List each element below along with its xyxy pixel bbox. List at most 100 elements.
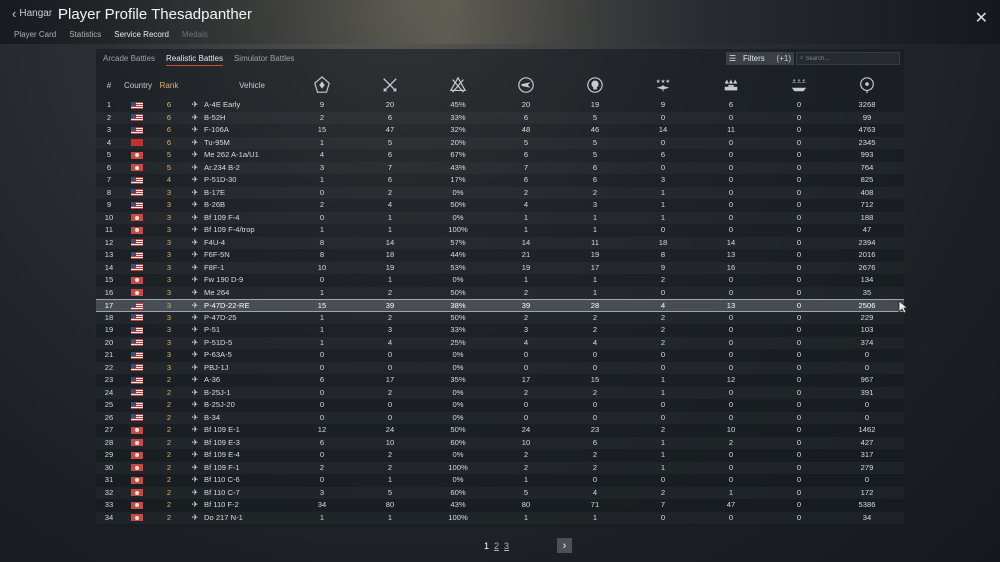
table-row[interactable]: 5 5 ✈ Me 262 A-1a/U1 4 6 67% 6 5 6 0 0 993 [96,149,904,162]
vehicle-name[interactable]: Bf 109 F-4/trop [204,224,314,237]
page-link-2[interactable]: 2 [494,541,499,551]
table-row[interactable]: 32 2 ✈ Bf 110 C-7 3 5 60% 5 4 2 1 0 172 [96,487,904,500]
next-page-button[interactable]: › [557,538,572,553]
vehicle-name[interactable]: P-51D-5 [204,337,314,350]
table-row[interactable]: 22 3 ✈ PBJ-1J 0 0 0% 0 0 0 0 0 0 [96,362,904,375]
table-row[interactable]: 10 3 ✈ Bf 109 F-4 0 1 0% 1 1 1 0 0 188 [96,212,904,225]
table-row[interactable]: 23 2 ✈ A-36 6 17 35% 17 15 1 12 0 967 [96,374,904,387]
vehicle-name[interactable]: B-17E [204,187,314,200]
table-row[interactable]: 20 3 ✈ P-51D-5 1 4 25% 4 4 2 0 0 374 [96,337,904,350]
page-link-1[interactable]: 1 [484,541,489,551]
table-row[interactable]: 26 2 ✈ B-34 0 0 0% 0 0 0 0 0 0 [96,412,904,425]
vehicle-name[interactable]: Bf 110 C-6 [204,474,314,487]
vehicle-rank: 3 [166,212,172,222]
table-row[interactable]: 6 5 ✈ Ar.234 B-2 3 7 43% 7 6 0 0 0 764 [96,162,904,175]
vehicle-name[interactable]: F6F-5N [204,249,314,262]
table-row[interactable]: 28 2 ✈ Bf 109 E-3 6 10 60% 10 6 1 2 0 427 [96,437,904,450]
vehicle-name[interactable]: P-63A-5 [204,349,314,362]
vehicle-name[interactable]: Me 264 [204,287,314,300]
stat-win-rate: 50% [450,200,466,209]
tab-arcade-battles[interactable]: Arcade Battles [103,54,155,66]
vehicle-name[interactable]: Ar.234 B-2 [204,162,314,175]
vehicle-name[interactable]: Do 217 N-1 [204,512,314,525]
table-row[interactable]: 33 2 ✈ Bf 110 F-2 34 80 43% 80 71 7 47 0 5386 [96,499,904,512]
vehicle-name[interactable]: Bf 109 F-4 [204,212,314,225]
vehicle-name[interactable]: Tu-95M [204,137,314,150]
table-row[interactable]: 9 3 ✈ B-26B 2 4 50% 4 3 1 0 0 712 [96,199,904,212]
vehicle-name[interactable]: Bf 109 E-3 [204,437,314,450]
table-row[interactable]: 31 2 ✈ Bf 110 C-6 0 1 0% 1 0 0 0 0 0 [96,474,904,487]
back-to-hangar-button[interactable]: ‹ Hangar | [12,7,61,20]
vehicle-name[interactable]: P-51D-30 [204,174,314,187]
tab-simulator-battles[interactable]: Simulator Battles [234,54,294,66]
vehicle-name[interactable]: F8F-1 [204,262,314,275]
vehicle-name[interactable]: P-47D-25 [204,312,314,325]
vehicle-name[interactable]: Bf 109 E-4 [204,449,314,462]
table-row[interactable]: 4 6 ✈ Tu-95M 1 5 20% 5 5 0 0 0 2345 [96,137,904,150]
score-icon[interactable] [857,72,877,98]
tab-statistics[interactable]: Statistics [69,30,101,39]
table-row[interactable]: 8 3 ✈ B-17E 0 2 0% 2 2 1 0 0 408 [96,187,904,200]
table-row[interactable]: 15 3 ✈ Fw 190 D-9 0 1 0% 1 1 2 0 0 134 [96,274,904,287]
vehicle-name[interactable]: B-34 [204,412,314,425]
table-row[interactable]: 24 2 ✈ B-25J-1 0 2 0% 2 2 1 0 0 391 [96,387,904,400]
close-icon[interactable]: ✕ [975,8,988,28]
column-header-country[interactable]: Country [122,72,154,98]
table-row[interactable]: 27 2 ✈ Bf 109 E-1 12 24 50% 24 23 2 10 0 1462 [96,424,904,437]
table-row[interactable]: 13 3 ✈ F6F-5N 8 18 44% 21 19 8 13 0 2016 [96,249,904,262]
vehicle-name[interactable]: B-26B [204,199,314,212]
stat-victories: 6 [319,375,325,384]
tab-medals[interactable]: Medals [182,30,208,39]
table-row[interactable]: 14 3 ✈ F8F-1 10 19 53% 19 17 9 16 0 2676 [96,262,904,275]
vehicle-name[interactable]: Fw 190 D-9 [204,274,314,287]
vehicle-name[interactable]: B-25J-1 [204,387,314,400]
vehicle-name[interactable]: Bf 109 F-1 [204,462,314,475]
missions-icon[interactable] [516,72,536,98]
table-row[interactable]: 2 6 ✈ B-52H 2 6 33% 6 5 0 0 0 99 [96,112,904,125]
search-input[interactable] [805,55,896,62]
naval-targets-destroyed-icon[interactable]: ⚓⚓⚓ [789,72,809,98]
tab-player-card[interactable]: Player Card [14,30,56,39]
vehicle-name[interactable]: F4U-4 [204,237,314,250]
table-row[interactable]: 34 2 ✈ Do 217 N-1 1 1 100% 1 1 0 0 0 34 [96,512,904,525]
win-rate-icon[interactable] [448,72,468,98]
tab-service-record[interactable]: Service Record [114,30,169,39]
vehicle-name[interactable]: Me 262 A-1a/U1 [204,149,314,162]
filters-button[interactable]: ☰ Filters (+1) [726,52,794,65]
table-row[interactable]: 29 2 ✈ Bf 109 E-4 0 2 0% 2 2 1 0 0 317 [96,449,904,462]
vehicle-name[interactable]: P-51 [204,324,314,337]
table-row[interactable]: 1 6 ✈ A-4E Early 9 20 45% 20 19 9 6 0 3268 [96,99,904,112]
vehicle-name[interactable]: PBJ-1J [204,362,314,375]
table-row[interactable]: 16 3 ✈ Me 264 1 2 50% 2 1 0 0 0 35 [96,287,904,300]
table-row[interactable]: 7 4 ✈ P-51D-30 1 6 17% 6 6 3 0 0 825 [96,174,904,187]
stat-deaths: 5 [592,112,598,122]
ground-targets-destroyed-icon[interactable]: ▲▲▲ [721,72,741,98]
table-row[interactable]: 18 3 ✈ P-47D-25 1 2 50% 2 2 2 0 0 229 [96,312,904,325]
table-row[interactable]: 17 3 ✈ P-47D-22-RE 15 39 38% 39 28 4 13 0 2506 [96,299,904,312]
column-header-rank[interactable]: Rank [158,72,180,98]
victories-icon[interactable] [312,72,332,98]
vehicle-name[interactable]: A-36 [204,374,314,387]
table-row[interactable]: 19 3 ✈ P-51 1 3 33% 3 2 2 0 0 103 [96,324,904,337]
table-row[interactable]: 21 3 ✈ P-63A-5 0 0 0% 0 0 0 0 0 0 [96,349,904,362]
search-box[interactable]: ⌕ [796,52,900,65]
stat-respawns: 3 [387,325,393,334]
vehicle-name[interactable]: Bf 110 C-7 [204,487,314,500]
vehicle-name[interactable]: A-4E Early [204,99,314,112]
table-row[interactable]: 3 6 ✈ F-106A 15 47 32% 48 46 14 11 0 4763 [96,124,904,137]
vehicle-name[interactable]: B-52H [204,112,314,125]
column-header-vehicle[interactable]: Vehicle [232,72,272,98]
vehicle-name[interactable]: F-106A [204,124,314,137]
page-link-3[interactable]: 3 [504,541,509,551]
deaths-icon[interactable] [585,72,605,98]
vehicle-name[interactable]: B-25J-20 [204,399,314,412]
air-targets-destroyed-icon[interactable]: ★★★ [653,72,673,98]
table-row[interactable]: 11 3 ✈ Bf 109 F-4/trop 1 1 100% 1 1 0 0 0 47 [96,224,904,237]
tab-realistic-battles[interactable]: Realistic Battles [166,54,223,66]
table-row[interactable]: 12 3 ✈ F4U-4 8 14 57% 14 11 18 14 0 2394 [96,237,904,250]
table-row[interactable]: 25 2 ✈ B-25J-20 0 0 0% 0 0 0 0 0 0 [96,399,904,412]
table-row[interactable]: 30 2 ✈ Bf 109 F-1 2 2 100% 2 2 1 0 0 279 [96,462,904,475]
respawns-icon[interactable] [380,72,400,98]
vehicle-name[interactable]: Bf 110 F-2 [204,499,314,512]
vehicle-name[interactable]: Bf 109 E-1 [204,424,314,437]
